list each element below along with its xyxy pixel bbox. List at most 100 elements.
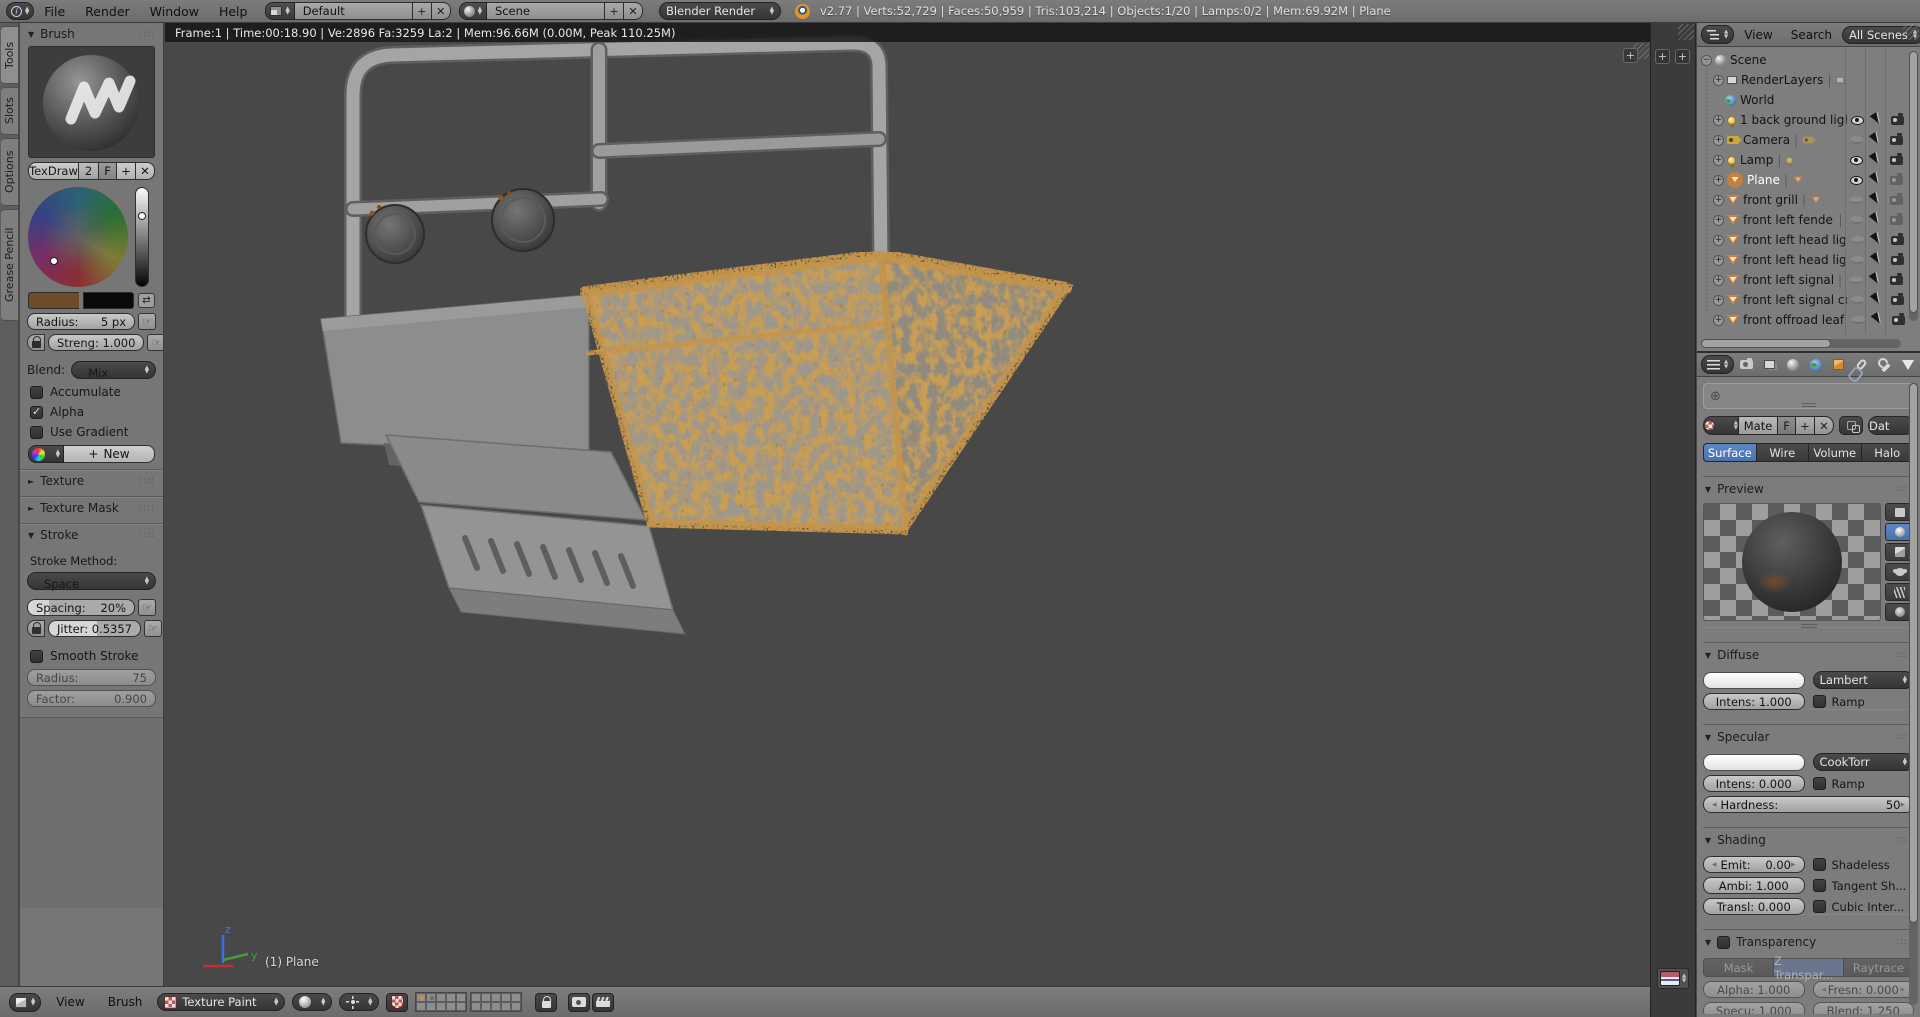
render-toggle[interactable]	[1887, 233, 1907, 245]
emit-field[interactable]: ◂ Emit: 0.00 ▸	[1703, 856, 1805, 873]
add-scene-button[interactable]: +	[604, 2, 624, 20]
blend-dropdown[interactable]: Mix	[71, 361, 156, 380]
tab-render[interactable]	[1736, 354, 1757, 375]
layer-20[interactable]	[511, 1002, 522, 1011]
editor-type-3dview-button[interactable]	[9, 992, 42, 1012]
opengl-render-button[interactable]	[568, 992, 591, 1012]
layer-5[interactable]	[456, 993, 467, 1002]
secondary-color-swatch[interactable]	[82, 292, 134, 309]
outliner-row-background-light[interactable]: + 1 back ground light	[1697, 110, 1920, 130]
panel-grip-icon[interactable]: ::::	[139, 504, 155, 513]
smooth-stroke-factor-slider[interactable]: Factor: 0.900	[27, 690, 156, 707]
brush-name-field[interactable]: TexDraw	[28, 162, 79, 180]
material-fake-user-button[interactable]: F	[1778, 416, 1796, 435]
cubic-interpolation-checkbox[interactable]	[1812, 900, 1826, 913]
shading-panel-header[interactable]: ▼ Shading ::::	[1703, 828, 1914, 852]
render-toggle[interactable]	[1887, 113, 1907, 125]
expand-icon[interactable]: +	[1713, 134, 1724, 146]
viewport-menu-brush[interactable]: Brush	[100, 995, 151, 1009]
menu-help[interactable]: Help	[209, 4, 258, 19]
layer-3[interactable]	[436, 993, 447, 1002]
mesh-data-icon[interactable]	[1792, 175, 1804, 185]
translucency-slider[interactable]: Transl: 0.000	[1703, 898, 1805, 915]
render-toggle[interactable]	[1886, 273, 1906, 285]
panel-grip-icon[interactable]: ::::	[139, 30, 155, 39]
layer-14[interactable]	[446, 1002, 457, 1011]
visibility-toggle[interactable]	[1846, 155, 1866, 165]
expand-icon[interactable]: +	[1713, 214, 1724, 226]
selectability-toggle[interactable]	[1866, 211, 1886, 229]
outliner-row-front-left-fender[interactable]: + front left fender |	[1697, 210, 1920, 230]
outliner-row-scene[interactable]: − Scene	[1697, 50, 1920, 70]
delete-layout-button[interactable]: ✕	[431, 2, 451, 20]
opengl-render-anim-button[interactable]	[592, 992, 615, 1012]
tab-options[interactable]: Options	[1, 138, 19, 206]
value-slider-cursor[interactable]	[138, 211, 146, 220]
outliner-row-renderlayers[interactable]: + RenderLayers |	[1697, 70, 1920, 90]
mask-mode-button[interactable]: Mask	[1703, 958, 1774, 977]
layer-4[interactable]	[446, 993, 457, 1002]
outliner-horizontal-scrollbar[interactable]	[1701, 339, 1901, 348]
selectability-toggle[interactable]	[1866, 171, 1886, 189]
render-toggle[interactable]	[1886, 213, 1906, 225]
stroke-panel-header[interactable]: ▼ Stroke ::::	[20, 524, 163, 546]
accumulate-checkbox[interactable]	[30, 385, 43, 399]
specular-alpha-slider[interactable]: Specu: 1.000	[1703, 1002, 1805, 1014]
outliner-menu-view[interactable]: View	[1736, 28, 1780, 42]
texture-panel-header[interactable]: ► Texture ::::	[20, 470, 163, 492]
alpha-checkbox[interactable]	[30, 405, 43, 419]
properties-vertical-scrollbar[interactable]	[1909, 383, 1918, 1005]
editor-type-properties-button[interactable]	[1701, 355, 1735, 374]
render-toggle[interactable]	[1886, 153, 1906, 165]
diffuse-intensity-slider[interactable]: Intens: 1.000	[1703, 693, 1805, 710]
layer-group-2[interactable]	[470, 992, 523, 1012]
panel-grip-icon[interactable]: ::::	[139, 477, 155, 486]
transparency-enable-checkbox[interactable]	[1717, 935, 1731, 949]
strength-slider[interactable]: Streng: 1.000	[48, 334, 145, 351]
radius-slider[interactable]: Radius: 5 px	[27, 313, 135, 330]
unlink-material-button[interactable]: ✕	[1815, 416, 1834, 435]
outliner-row-front-left-signal[interactable]: + front left signal |	[1697, 270, 1920, 290]
lamp-data-icon[interactable]	[1786, 156, 1794, 166]
accumulate-option[interactable]: Accumulate	[30, 385, 153, 399]
outliner-row-camera[interactable]: + Camera |	[1697, 130, 1920, 150]
tab-scene[interactable]	[1782, 354, 1803, 375]
collapsed-region-button[interactable]: +	[1675, 49, 1690, 64]
render-toggle[interactable]	[1887, 253, 1907, 265]
outliner-row-world[interactable]: World	[1697, 90, 1920, 110]
layer-19[interactable]	[501, 1002, 512, 1011]
add-material-button[interactable]: +	[1796, 416, 1815, 435]
specular-panel-header[interactable]: ▼ Specular ::::	[1703, 725, 1914, 749]
shadeless-checkbox[interactable]	[1812, 858, 1826, 871]
layer-6[interactable]	[471, 993, 482, 1002]
ambient-slider[interactable]: Ambi: 1.000	[1703, 877, 1805, 894]
tab-wire[interactable]: Wire	[1756, 443, 1809, 462]
render-engine-dropdown[interactable]: Blender Render	[658, 2, 781, 20]
expand-icon[interactable]: +	[1713, 294, 1724, 306]
delete-brush-button[interactable]: ✕	[136, 162, 155, 180]
diffuse-shader-dropdown[interactable]: Lambert	[1812, 671, 1914, 689]
specular-ramp-checkbox[interactable]	[1812, 777, 1826, 790]
screen-layout-name-field[interactable]: Default	[294, 2, 413, 20]
layer-13[interactable]	[436, 1002, 447, 1011]
visibility-toggle[interactable]	[1846, 216, 1866, 224]
add-brush-button[interactable]: +	[117, 162, 136, 180]
use-nodes-button[interactable]	[1839, 416, 1863, 435]
smooth-stroke-checkbox[interactable]	[30, 649, 43, 663]
layer-18[interactable]	[491, 1002, 502, 1011]
editor-type-outliner-button[interactable]	[1701, 25, 1735, 44]
region-corner-hatch[interactable]	[1678, 24, 1694, 40]
alpha-option[interactable]: Alpha	[30, 405, 153, 419]
decrement-arrow-icon[interactable]: ◂	[1712, 800, 1717, 810]
expand-icon[interactable]: +	[1713, 74, 1724, 86]
smooth-stroke-radius-slider[interactable]: Radius: 75	[27, 669, 156, 686]
render-toggle[interactable]	[1888, 313, 1908, 325]
screen-layout-browse-button[interactable]	[265, 2, 295, 20]
fresnel-field[interactable]: ◂ Fresn: 0.000 ▸	[1812, 981, 1914, 998]
viewport-menu-view[interactable]: View	[48, 995, 92, 1009]
ztransparency-mode-button[interactable]: Z Transpar...	[1774, 954, 1844, 982]
outliner-row-front-left-signal-cover[interactable]: + front left signal cov	[1697, 290, 1920, 310]
truck-bumper-model[interactable]: z y	[165, 23, 1650, 986]
strength-lock-button[interactable]	[27, 334, 45, 351]
tab-constraints[interactable]	[1851, 354, 1872, 375]
